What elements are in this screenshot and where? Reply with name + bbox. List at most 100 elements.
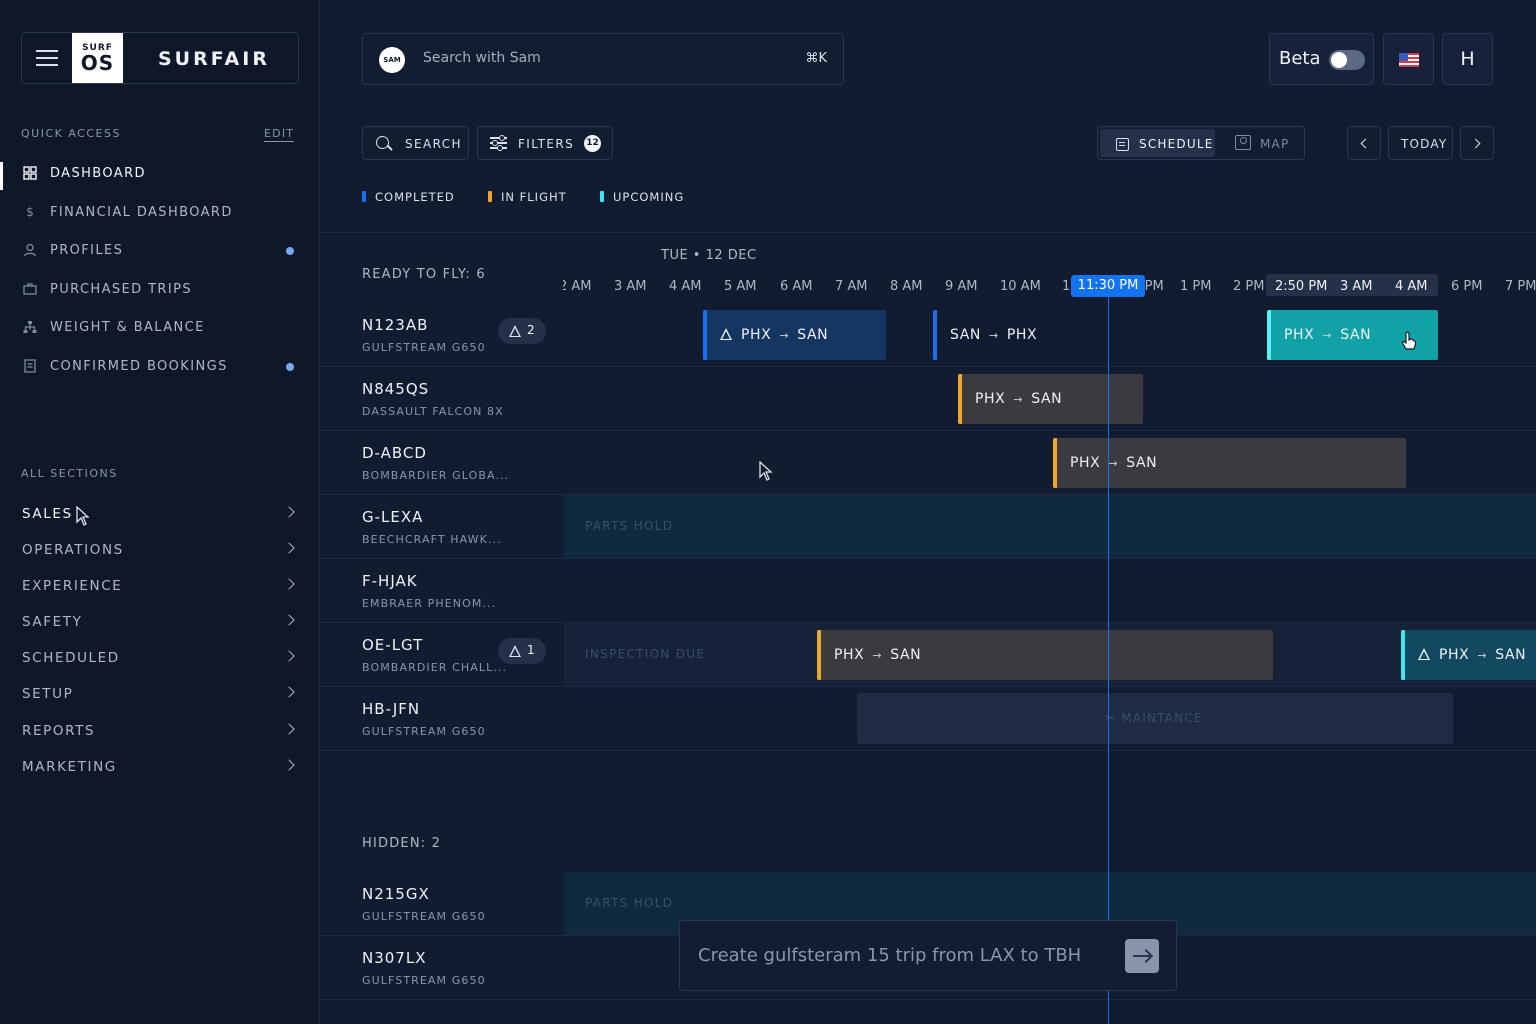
dollar-icon: $ [26, 205, 34, 219]
filters-count-badge: 12 [584, 135, 601, 152]
filters-button[interactable]: FILTERS 12 [477, 126, 613, 160]
arrow-right-icon: → [989, 329, 999, 342]
send-arrow-icon[interactable] [1125, 939, 1159, 973]
aircraft-model: GULFSTREAM G650 [362, 974, 486, 987]
aircraft-row[interactable]: N845QS DASSAULT FALCON 8X [320, 367, 1536, 431]
trip-block[interactable]: PHX → SAN [703, 310, 886, 360]
warning-count: 1 [527, 643, 535, 657]
all-sections-heading: ALL SECTIONS [21, 467, 118, 480]
aircraft-registration: HB-JFN [362, 700, 421, 718]
prev-day-button[interactable] [1347, 126, 1381, 160]
arrow-right-icon: → [779, 329, 790, 342]
sidebar: SURF OS SURFAIR QUICK ACCESS EDIT DASHBO… [0, 0, 320, 1024]
warning-badge[interactable]: 2 [498, 318, 546, 344]
aircraft-registration: N215GX [362, 885, 430, 903]
chevron-right-icon [283, 759, 295, 771]
aircraft-row[interactable]: F-HJAK EMBRAER PHENOM... [320, 559, 1536, 623]
maintenance-block[interactable]: ✂ MAINTANCE [857, 693, 1453, 744]
map-icon[interactable] [1235, 135, 1251, 150]
view-switcher: SCHEDULE MAP [1097, 126, 1305, 160]
section-scheduled[interactable]: SCHEDULED [0, 648, 320, 670]
sidebar-item-label: DASHBOARD [50, 166, 146, 181]
arrow-right-icon: → [1477, 649, 1488, 662]
tab-map[interactable]: MAP [1260, 137, 1289, 151]
aircraft-registration: N845QS [362, 380, 430, 398]
section-label: SAFETY [22, 614, 83, 630]
next-day-button[interactable] [1460, 126, 1494, 160]
sidebar-item-label: PURCHASED TRIPS [50, 282, 192, 297]
aircraft-registration: OE-LGT [362, 636, 424, 654]
chevron-right-icon [283, 506, 295, 518]
sidebar-item-purchased-trips[interactable]: PURCHASED TRIPS [0, 278, 320, 302]
trip-destination: SAN [890, 647, 922, 663]
section-marketing[interactable]: MARKETING [0, 757, 320, 779]
section-operations[interactable]: OPERATIONS [0, 540, 320, 562]
status-edge [1053, 438, 1057, 488]
sidebar-item-profiles[interactable]: PROFILES [0, 239, 320, 263]
trip-block[interactable]: PHX → SAN [817, 630, 1273, 680]
aircraft-model: GULFSTREAM G650 [362, 341, 486, 354]
current-time-line [1108, 296, 1109, 1024]
arrow-right-icon: → [1108, 457, 1119, 470]
section-sales[interactable]: SALES [0, 504, 320, 526]
sidebar-item-confirmed-bookings[interactable]: CONFIRMED BOOKINGS [0, 355, 320, 379]
beta-toggle-box[interactable]: Beta [1269, 33, 1374, 85]
search-button[interactable]: SEARCH [362, 126, 469, 160]
warning-count: 2 [527, 323, 535, 337]
search-sam-input[interactable]: SAM Search with Sam ⌘K [362, 33, 844, 85]
status-edge [1401, 630, 1405, 680]
section-label: MARKETING [22, 759, 117, 775]
beta-label: Beta [1279, 48, 1321, 69]
user-icon [23, 243, 37, 257]
search-icon [376, 136, 389, 149]
tick-label: 9 AM [945, 279, 978, 294]
trip-route: PHX → SAN [720, 327, 828, 343]
trip-destination: SAN [1126, 455, 1158, 471]
sam-avatar: SAM [379, 47, 405, 73]
section-reports[interactable]: REPORTS [0, 721, 320, 743]
trip-block[interactable]: PHX → SAN [958, 374, 1143, 424]
legend-swatch [600, 191, 604, 202]
trip-block[interactable]: PHX → SAN [1053, 438, 1406, 488]
sam-prompt-input[interactable]: Create gulfsteram 15 trip from LAX to TB… [679, 920, 1177, 991]
trip-block[interactable]: SAN → PHX [933, 310, 1063, 360]
aircraft-row[interactable]: G-LEXA BEECHCRAFT HAWK... [320, 495, 1536, 559]
briefcase-icon [23, 282, 37, 296]
filters-button-label: FILTERS [518, 137, 575, 151]
trip-origin: PHX [741, 327, 772, 343]
aircraft-model: BEECHCRAFT HAWK... [362, 533, 502, 546]
warning-icon [720, 328, 732, 340]
aircraft-model: GULFSTREAM G650 [362, 725, 486, 738]
sidebar-item-weight-balance[interactable]: WEIGHT & BALANCE [0, 316, 320, 340]
sidebar-item-label: CONFIRMED BOOKINGS [50, 359, 228, 374]
brand-name: SURFAIR [158, 48, 270, 70]
trip-block[interactable]: PHX → SAN [1401, 630, 1536, 680]
edit-quick-access-link[interactable]: EDIT [264, 127, 295, 142]
language-button[interactable] [1383, 33, 1434, 85]
beta-toggle[interactable] [1329, 50, 1365, 70]
warning-badge[interactable]: 1 [498, 638, 546, 664]
section-label: EXPERIENCE [22, 578, 123, 594]
legend-label: IN FLIGHT [501, 190, 567, 204]
section-safety[interactable]: SAFETY [0, 612, 320, 634]
legend-label: UPCOMING [613, 190, 685, 204]
hamburger-menu-icon[interactable] [36, 50, 58, 66]
brand-bar: SURF OS SURFAIR [21, 32, 299, 84]
section-setup[interactable]: SETUP [0, 684, 320, 706]
tab-schedule[interactable]: SCHEDULE [1100, 129, 1215, 157]
trip-route: PHX → SAN [1070, 455, 1157, 471]
sidebar-item-financial-dashboard[interactable]: $ FINANCIAL DASHBOARD [0, 201, 320, 225]
status-edge [703, 310, 707, 360]
sidebar-item-dashboard[interactable]: DASHBOARD [0, 162, 320, 190]
legend-label: COMPLETED [375, 190, 455, 204]
warning-icon [509, 645, 521, 657]
tick-label: 10 AM [1000, 279, 1041, 294]
user-avatar-button[interactable]: H [1442, 33, 1493, 85]
us-flag-icon [1399, 53, 1419, 67]
section-experience[interactable]: EXPERIENCE [0, 576, 320, 598]
search-button-label: SEARCH [405, 137, 462, 151]
today-label: TODAY [1401, 137, 1448, 151]
tick-label: 6 PM [1451, 279, 1483, 294]
today-button[interactable]: TODAY [1388, 126, 1453, 160]
trip-destination: PHX [1006, 327, 1038, 343]
